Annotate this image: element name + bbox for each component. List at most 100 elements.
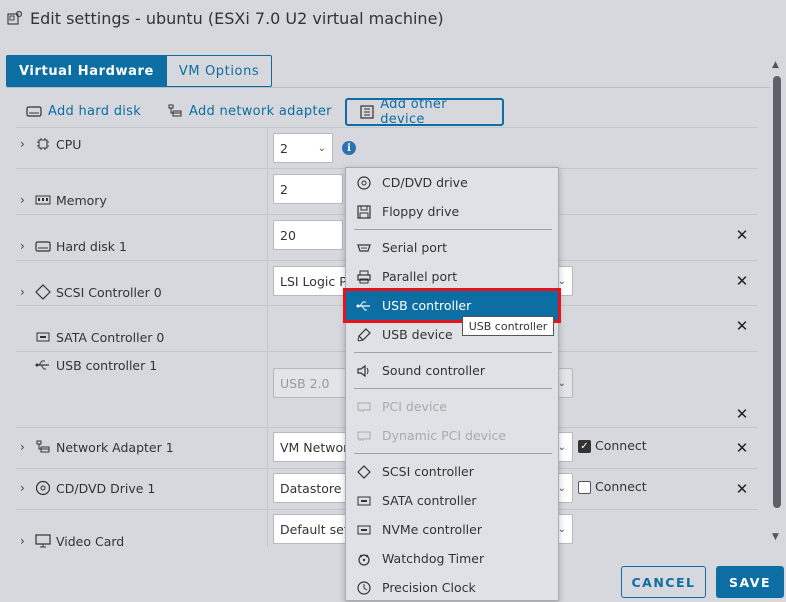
cddvd-label: CD/DVD Drive 1: [56, 480, 156, 496]
device-list-icon: [359, 104, 374, 120]
network-adapter-icon: [167, 103, 183, 119]
usb-label: USB controller 1: [56, 357, 158, 373]
network-row-label[interactable]: › Network Adapter 1: [20, 436, 174, 458]
remove-cddvd-close-icon[interactable]: ✕: [735, 480, 749, 498]
dialog-title-text: Edit settings - ubuntu (ESXi 7.0 U2 virt…: [30, 8, 444, 28]
add-other-device-button[interactable]: Add other device: [345, 97, 504, 127]
scroll-up-icon[interactable]: ▲: [772, 60, 779, 70]
cpu-icon: [34, 136, 52, 152]
scsi-icon: [34, 284, 52, 300]
remove-hard-disk-close-icon[interactable]: ✕: [735, 226, 749, 244]
menu-item-sata-controller[interactable]: SATA controller: [346, 486, 558, 515]
menu-item-dynamic-pci-device: Dynamic PCI device: [346, 421, 558, 450]
add-network-adapter-button[interactable]: Add network adapter: [167, 98, 332, 124]
disc-icon: [34, 480, 52, 496]
menu-item-serial-port[interactable]: Serial port: [346, 233, 558, 262]
hard-disk-size-input[interactable]: 20: [273, 220, 343, 250]
menu-item-cd-dvd-drive[interactable]: CD/DVD drive: [346, 168, 558, 197]
tab-virtual-hardware[interactable]: Virtual Hardware: [6, 55, 167, 87]
scsi-icon: [356, 464, 372, 480]
hard-disk-label: Hard disk 1: [56, 238, 127, 254]
add-hard-disk-label: Add hard disk: [48, 103, 142, 119]
add-network-adapter-label: Add network adapter: [189, 103, 332, 119]
memory-label: Memory: [56, 192, 107, 208]
column-divider: [267, 127, 268, 547]
cddvd-connect-label: Connect: [595, 479, 647, 494]
cddvd-row-label[interactable]: › CD/DVD Drive 1: [20, 477, 155, 499]
network-adapter-icon: [34, 439, 52, 455]
pci-card-icon: [356, 428, 372, 444]
tab-bar: Virtual Hardware VM Options: [6, 55, 273, 87]
network-label: Network Adapter 1: [56, 439, 174, 455]
sata-label: SATA Controller 0: [56, 329, 165, 345]
remove-scsi-close-icon[interactable]: ✕: [735, 272, 749, 290]
hard-disk-size-value: 20: [280, 227, 296, 243]
usb-controller-tooltip: USB controller: [462, 316, 554, 336]
watchdog-icon: [356, 551, 372, 567]
usb-drive-icon: [356, 327, 372, 343]
cddvd-connect-checkbox[interactable]: [578, 481, 591, 494]
row-divider: [16, 127, 757, 128]
cpu-count-select[interactable]: 2 ⌄: [273, 133, 333, 163]
scsi-type-value: LSI Logic Pa: [280, 273, 354, 289]
remove-sata-close-icon[interactable]: ✕: [735, 317, 749, 335]
menu-item-parallel-port[interactable]: Parallel port: [346, 262, 558, 291]
floppy-icon: [356, 204, 372, 220]
menu-item-precision-clock[interactable]: Precision Clock: [346, 573, 558, 602]
chevron-right-icon: ›: [20, 534, 25, 548]
chevron-right-icon: ›: [20, 137, 25, 151]
video-label: Video Card: [56, 533, 125, 549]
scrollbar-thumb[interactable]: [773, 76, 781, 508]
network-connect-checkbox[interactable]: ✓: [578, 440, 591, 453]
disc-icon: [356, 175, 372, 191]
menu-separator: [354, 453, 552, 454]
save-button[interactable]: SAVE: [716, 566, 784, 598]
cpu-row-label[interactable]: › CPU: [20, 133, 81, 155]
vm-settings-icon: [6, 9, 24, 27]
scsi-row-label[interactable]: › SCSI Controller 0: [20, 281, 162, 303]
usb-row-label: USB controller 1: [20, 354, 157, 376]
menu-separator: [354, 229, 552, 230]
chevron-right-icon: ›: [20, 285, 25, 299]
menu-item-watchdog-timer[interactable]: Watchdog Timer: [346, 544, 558, 573]
chevron-right-icon: ›: [20, 481, 25, 495]
info-icon[interactable]: i: [342, 141, 356, 155]
menu-item-nvme-controller[interactable]: NVMe controller: [346, 515, 558, 544]
usb-icon: [356, 298, 372, 314]
menu-item-sound-controller[interactable]: Sound controller: [346, 356, 558, 385]
cpu-label: CPU: [56, 136, 82, 152]
scroll-down-icon[interactable]: ▼: [772, 532, 779, 542]
memory-row-label[interactable]: › Memory: [20, 189, 107, 211]
dialog-title: Edit settings - ubuntu (ESXi 7.0 U2 virt…: [6, 6, 444, 30]
hard-disk-row-label[interactable]: › Hard disk 1: [20, 235, 127, 257]
memory-icon: [34, 192, 52, 208]
video-row-label[interactable]: › Video Card: [20, 530, 124, 552]
memory-input[interactable]: 2: [273, 174, 343, 204]
usb-icon: [34, 357, 52, 373]
remove-usb-close-icon[interactable]: ✕: [735, 405, 749, 423]
network-connect-label: Connect: [595, 438, 647, 453]
hard-disk-icon: [34, 238, 52, 254]
cpu-count-value: 2: [280, 140, 288, 156]
network-value: VM Networ: [280, 439, 349, 455]
chevron-right-icon: ›: [20, 239, 25, 253]
remove-network-close-icon[interactable]: ✕: [735, 439, 749, 457]
clock-icon: [356, 580, 372, 596]
pci-card-icon: [356, 399, 372, 415]
menu-item-scsi-controller[interactable]: SCSI controller: [346, 457, 558, 486]
add-other-device-label: Add other device: [380, 97, 447, 127]
add-hard-disk-button[interactable]: Add hard disk: [26, 98, 141, 124]
tab-vm-options[interactable]: VM Options: [166, 55, 273, 87]
memory-value: 2: [280, 181, 288, 197]
sata-icon: [34, 329, 52, 345]
menu-item-floppy-drive[interactable]: Floppy drive: [346, 197, 558, 226]
nvme-icon: [356, 522, 372, 538]
monitor-icon: [34, 533, 52, 549]
chevron-right-icon: ›: [20, 440, 25, 454]
hard-disk-icon: [26, 103, 42, 119]
sata-row-label: SATA Controller 0: [20, 326, 164, 348]
cancel-button[interactable]: CANCEL: [621, 566, 706, 598]
menu-separator: [354, 388, 552, 389]
speaker-icon: [356, 363, 372, 379]
sata-icon: [356, 493, 372, 509]
